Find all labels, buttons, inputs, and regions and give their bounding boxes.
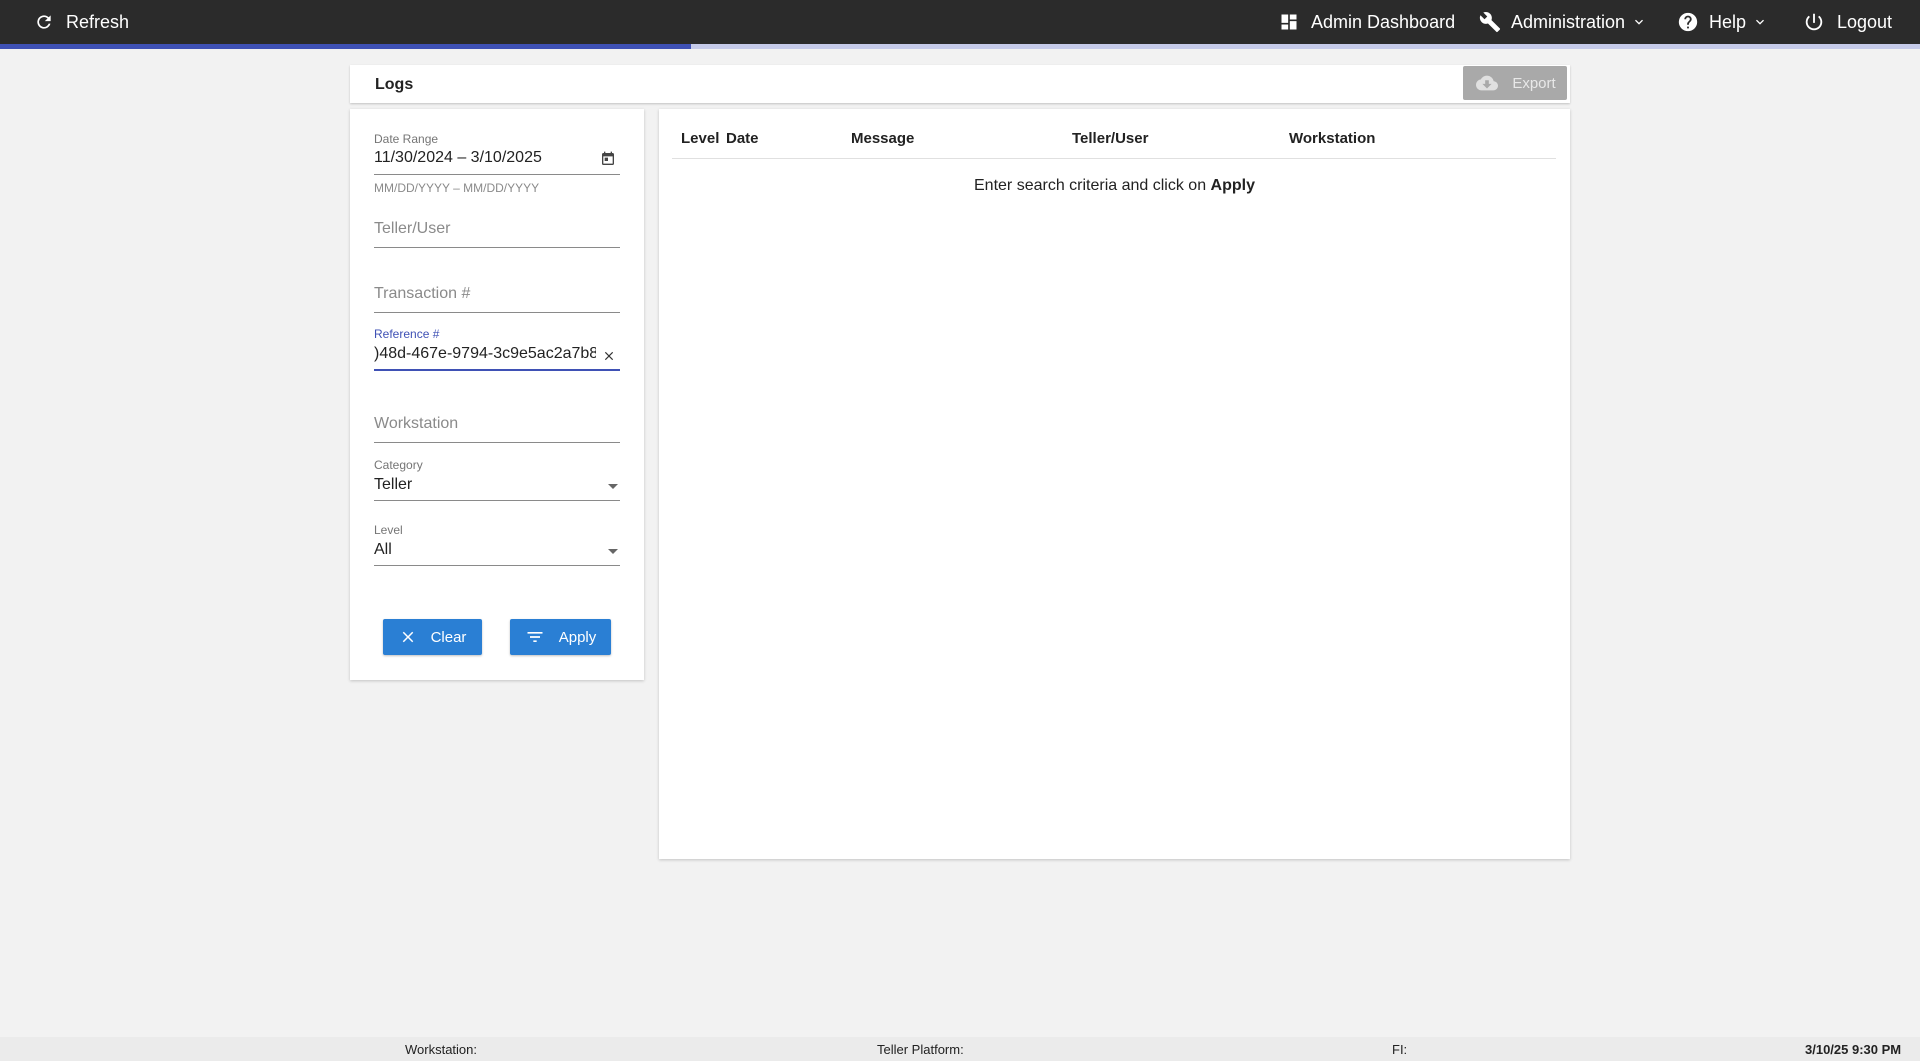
help-menu[interactable]: Help <box>1677 0 1768 44</box>
transaction-underline <box>374 312 620 313</box>
category-label: Category <box>374 458 423 472</box>
empty-state-text: Enter search criteria and click on <box>974 177 1211 194</box>
date-range-label: Date Range <box>374 132 439 146</box>
admin-dashboard-button[interactable]: Admin Dashboard <box>1279 0 1455 44</box>
help-icon <box>1678 12 1698 32</box>
loading-progress-bar <box>0 44 1920 49</box>
chevron-down-icon <box>1635 19 1644 25</box>
filter-panel: Date Range 11/30/2024 – 3/10/2025 MM/DD/… <box>350 109 644 680</box>
refresh-icon <box>37 15 51 29</box>
footer-teller-platform-label: Teller Platform: <box>877 1042 964 1057</box>
loading-progress-fill <box>0 44 692 49</box>
reference-label: Reference # <box>374 327 440 341</box>
clear-label: Clear <box>430 628 467 646</box>
logs-table-panel: Level Date Message Teller/User Workstati… <box>659 109 1570 859</box>
chevron-down-icon <box>1756 19 1765 25</box>
logout-label: Logout <box>1837 11 1893 32</box>
dropdown-arrow-icon <box>608 484 618 489</box>
level-select[interactable]: Level All <box>374 523 620 571</box>
workstation-input[interactable]: Workstation <box>374 410 620 448</box>
dashboard-icon <box>1281 14 1297 30</box>
calendar-icon[interactable] <box>600 151 616 167</box>
export-label: Export <box>1512 74 1556 92</box>
admin-dashboard-label: Admin Dashboard <box>1311 11 1456 32</box>
column-header-date[interactable]: Date <box>726 130 759 147</box>
teller-user-placeholder: Teller/User <box>374 220 451 237</box>
footer-workstation-label: Workstation: <box>405 1042 478 1057</box>
refresh-label: Refresh <box>66 11 130 32</box>
apply-label: Apply <box>558 628 597 646</box>
administration-menu[interactable]: Administration <box>1479 0 1647 44</box>
footer-fi-label: FI: <box>1392 1042 1408 1057</box>
clear-input-icon[interactable] <box>602 349 616 363</box>
top-nav-bar: Refresh Admin Dashboard Administration H… <box>0 0 1920 44</box>
empty-state-message: Enter search criteria and click on Apply <box>659 177 1570 195</box>
page-title: Logs <box>375 76 414 93</box>
workstation-underline <box>374 442 620 443</box>
category-underline <box>374 500 620 501</box>
administration-label: Administration <box>1511 11 1626 32</box>
export-button[interactable]: Export <box>1463 66 1567 100</box>
column-header-teller-user[interactable]: Teller/User <box>1072 130 1148 147</box>
level-value[interactable]: All <box>374 541 392 559</box>
category-select[interactable]: Category Teller <box>374 458 620 506</box>
logs-header: Logs Export <box>350 65 1570 103</box>
empty-state-action: Apply <box>1210 177 1255 194</box>
wrench-icon <box>1479 12 1501 33</box>
workstation-placeholder: Workstation <box>374 415 459 432</box>
table-header: Level Date Message Teller/User Workstati… <box>672 109 1556 159</box>
column-header-level[interactable]: Level <box>681 130 719 147</box>
apply-button[interactable]: Apply <box>510 619 611 655</box>
help-label: Help <box>1709 11 1747 32</box>
footer-datetime: 3/10/25 9:30 PM <box>1805 1042 1902 1057</box>
level-underline <box>374 565 620 566</box>
reference-underline <box>374 369 620 371</box>
status-footer: Workstation: Teller Platform: FI: 3/10/2… <box>0 1037 1920 1061</box>
column-header-message[interactable]: Message <box>851 130 914 147</box>
column-header-workstation[interactable]: Workstation <box>1289 130 1375 147</box>
transaction-input[interactable]: Transaction # <box>374 280 620 318</box>
power-icon <box>1805 13 1823 31</box>
reference-input[interactable]: Reference # )48d-467e-9794-3c9e5ac2a7b8 <box>374 327 620 375</box>
cloud-download-icon <box>1476 75 1499 91</box>
date-range-underline <box>374 174 620 175</box>
level-label: Level <box>374 523 403 537</box>
date-range-hint: MM/DD/YYYY – MM/DD/YYYY <box>374 181 540 195</box>
reference-value[interactable]: )48d-467e-9794-3c9e5ac2a7b8 <box>374 345 596 363</box>
close-icon <box>402 631 413 643</box>
teller-user-input[interactable]: Teller/User <box>374 215 620 253</box>
dropdown-arrow-icon <box>608 549 618 554</box>
date-range-field[interactable]: Date Range 11/30/2024 – 3/10/2025 MM/DD/… <box>374 132 620 195</box>
teller-user-underline <box>374 247 620 248</box>
refresh-button[interactable]: Refresh <box>34 0 129 44</box>
logout-button[interactable]: Logout <box>1803 0 1892 44</box>
date-range-value[interactable]: 11/30/2024 – 3/10/2025 <box>374 149 594 167</box>
category-value[interactable]: Teller <box>374 476 412 494</box>
clear-button[interactable]: Clear <box>383 619 482 655</box>
transaction-placeholder: Transaction # <box>374 285 471 302</box>
filter-list-icon <box>527 632 543 642</box>
